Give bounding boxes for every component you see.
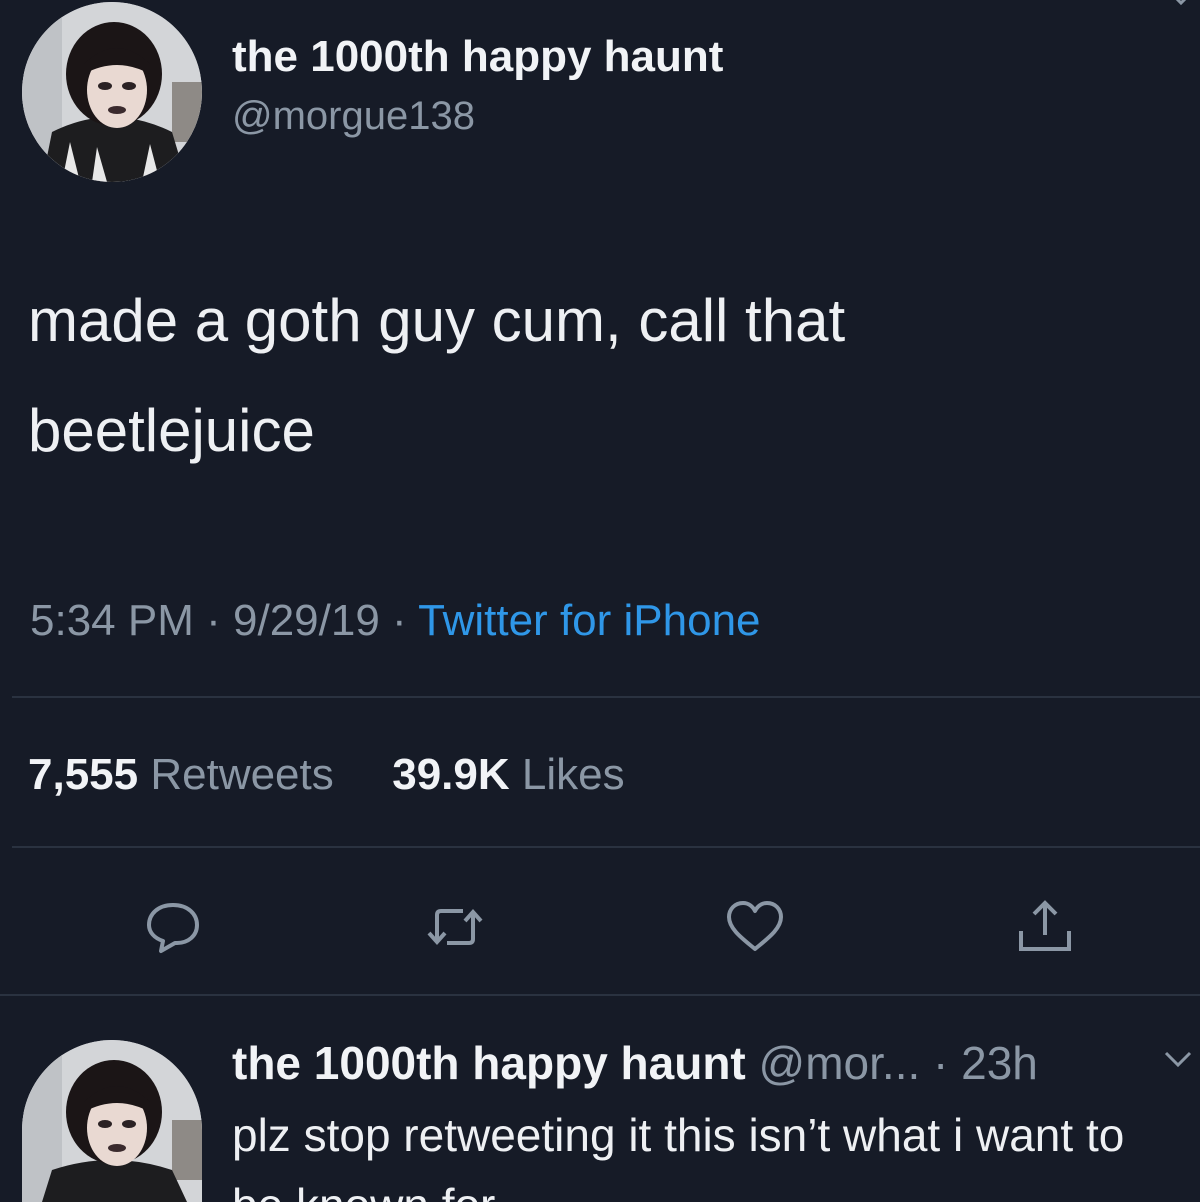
retweet-icon <box>427 908 483 946</box>
tweet-screen: the 1000th happy haunt @morgue138 made a… <box>0 0 1200 1202</box>
retweets-stat[interactable]: 7,555 Retweets <box>28 750 346 799</box>
reply-icon <box>147 903 199 953</box>
meta-separator: · <box>206 596 221 645</box>
reply-age: 23h <box>961 1037 1038 1089</box>
reply-text: plz stop retweeting it this isn’t what i… <box>232 1109 1125 1202</box>
tweet-meta: 5:34 PM · 9/29/19 · Twitter for iPhone <box>30 596 761 646</box>
like-heart-icon <box>727 901 783 951</box>
likes-count: 39.9K <box>392 750 510 799</box>
tweet-time: 5:34 PM <box>30 596 194 645</box>
divider <box>12 696 1200 698</box>
reply-author-name[interactable]: the 1000th happy haunt <box>232 1037 746 1089</box>
meta-separator: · <box>933 1037 949 1089</box>
avatar-photo <box>22 2 202 182</box>
divider <box>12 846 1200 848</box>
tweet-date: 9/29/19 <box>233 596 380 645</box>
tweet-stats: 7,555 Retweets 39.9K Likes <box>28 750 625 800</box>
share-button[interactable] <box>1010 892 1080 962</box>
meta-separator: · <box>392 596 407 645</box>
avatar-photo <box>22 1040 202 1202</box>
reply-avatar[interactable] <box>22 1040 202 1202</box>
author-name[interactable]: the 1000th happy haunt <box>232 32 723 82</box>
retweets-label: Retweets <box>150 750 334 799</box>
author-handle[interactable]: @morgue138 <box>232 94 475 139</box>
tweet-text: made a goth guy cum, call that beetlejui… <box>28 266 1148 486</box>
tweet-source-link[interactable]: Twitter for iPhone <box>418 596 760 645</box>
reply-author-handle[interactable]: @mor... <box>759 1037 921 1089</box>
tweet-text-line: made a goth guy cum, call that <box>28 287 846 354</box>
reply-button[interactable] <box>138 892 208 962</box>
chevron-down-icon[interactable] <box>1160 1044 1196 1074</box>
likes-stat[interactable]: 39.9K Likes <box>380 750 625 799</box>
like-button[interactable] <box>720 892 790 962</box>
reply-header: the 1000th happy haunt @mor... · 23h <box>232 1036 1038 1090</box>
retweet-button[interactable] <box>420 892 490 962</box>
likes-label: Likes <box>521 750 625 799</box>
divider <box>0 994 1200 996</box>
tweet-text-line: beetlejuice <box>28 397 315 464</box>
avatar[interactable] <box>22 2 202 182</box>
retweets-count: 7,555 <box>28 750 139 799</box>
share-icon <box>1019 900 1071 951</box>
chevron-down-icon[interactable] <box>1166 0 1196 10</box>
